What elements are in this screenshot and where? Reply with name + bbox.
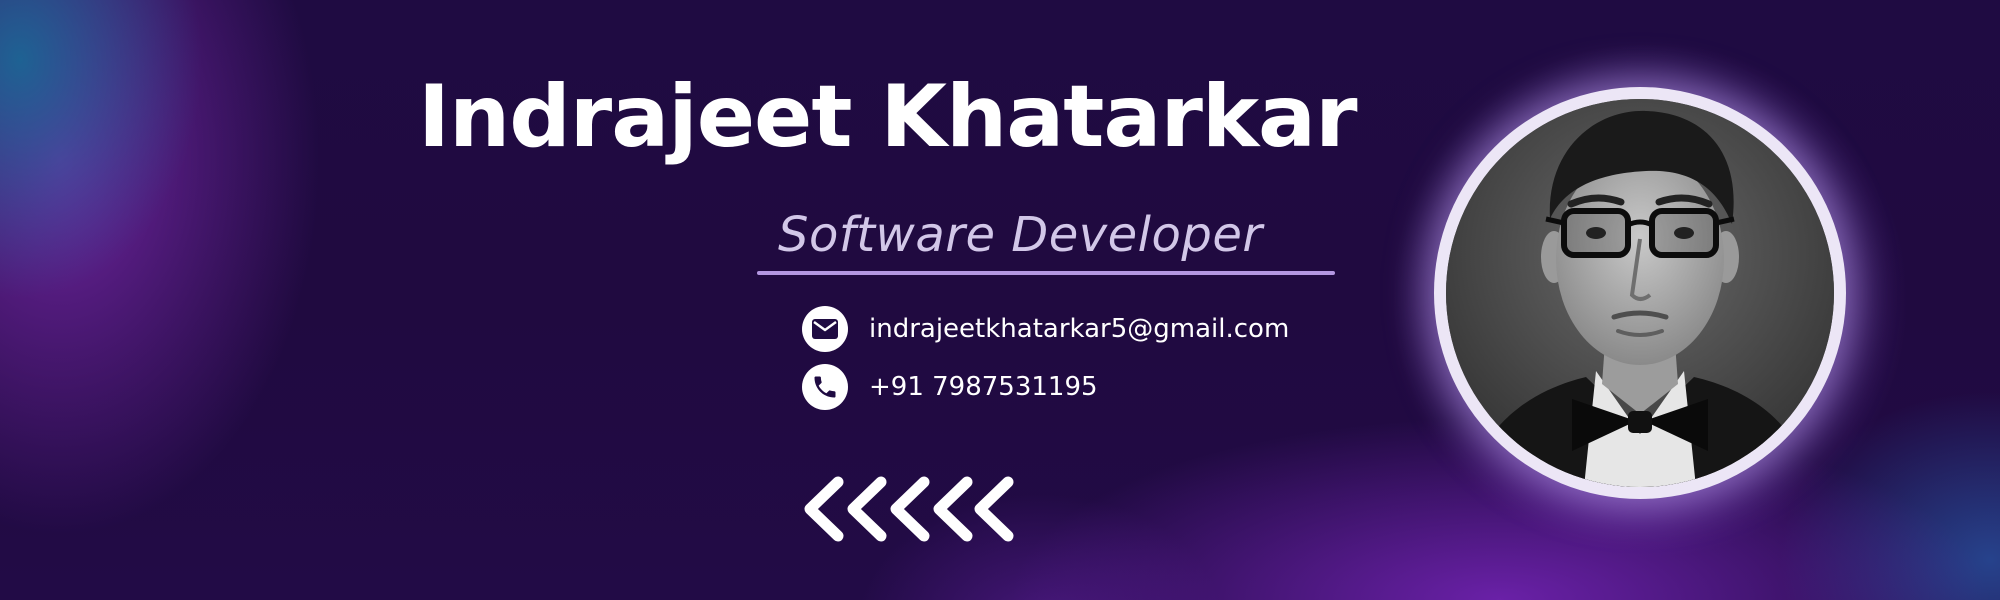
contact-phone-row[interactable]: +91 7987531195 [802,364,1098,410]
phone-icon [802,364,848,410]
profile-name: Indrajeet Khatarkar [418,67,1358,167]
profile-title: Software Developer [778,207,1263,263]
profile-banner: Indrajeet Khatarkar Software Developer i… [0,0,2000,600]
chevrons-left-icon [804,476,1014,542]
profile-photo [1446,99,1834,487]
title-underline [757,271,1335,275]
mail-icon [802,306,848,352]
contact-phone: +91 7987531195 [869,372,1098,402]
contact-email: indrajeetkhatarkar5@gmail.com [869,314,1290,344]
contact-email-row[interactable]: indrajeetkhatarkar5@gmail.com [802,306,1289,352]
